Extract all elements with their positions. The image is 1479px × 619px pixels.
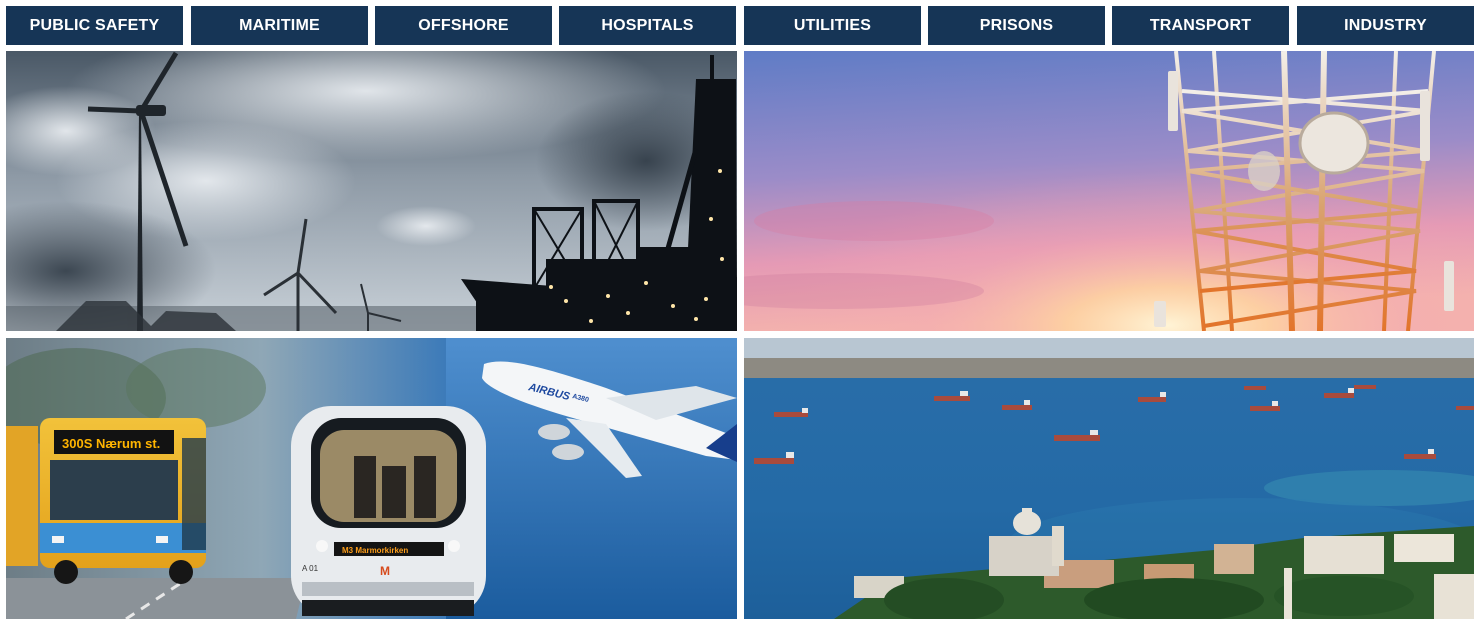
- metro-train: M3 Marmorkirken A 01 M: [291, 406, 486, 616]
- energy-offshore-image-tile[interactable]: [6, 51, 737, 331]
- city-bus: 300S Nærum st.: [6, 418, 206, 584]
- nav-public-safety[interactable]: PUBLIC SAFETY: [6, 6, 183, 45]
- nav-prisons[interactable]: PRISONS: [928, 6, 1105, 45]
- maritime-bay-image-tile[interactable]: [744, 338, 1474, 619]
- dish-antenna: [1298, 111, 1370, 175]
- telecom-tower-sunset-photo: [744, 51, 1474, 331]
- nav-hospitals[interactable]: HOSPITALS: [559, 6, 736, 45]
- nav-transport[interactable]: TRANSPORT: [1112, 6, 1289, 45]
- bus-destination-sign: 300S Nærum st.: [62, 436, 160, 451]
- metro-destination-sign: M3 Marmorkirken: [342, 546, 408, 555]
- wind-turbines-oil-rig-photo: [6, 51, 737, 331]
- nav-utilities[interactable]: UTILITIES: [744, 6, 921, 45]
- metro-car-number: A 01: [302, 564, 319, 573]
- nav-industry[interactable]: INDUSTRY: [1297, 6, 1474, 45]
- metro-logo: M: [380, 564, 390, 578]
- coastal-bay-ships-photo: [744, 338, 1474, 619]
- bus-metro-airplane-collage-photo: 300S Nærum st. M3 Marmorkirken A 01 M AI…: [6, 338, 737, 619]
- nav-offshore[interactable]: OFFSHORE: [375, 6, 552, 45]
- transport-image-tile[interactable]: 300S Nærum st. M3 Marmorkirken A 01 M AI…: [6, 338, 737, 619]
- sector-nav: PUBLIC SAFETY MARITIME OFFSHORE HOSPITAL…: [6, 6, 1474, 45]
- nav-maritime[interactable]: MARITIME: [191, 6, 368, 45]
- utilities-tower-image-tile[interactable]: [744, 51, 1474, 331]
